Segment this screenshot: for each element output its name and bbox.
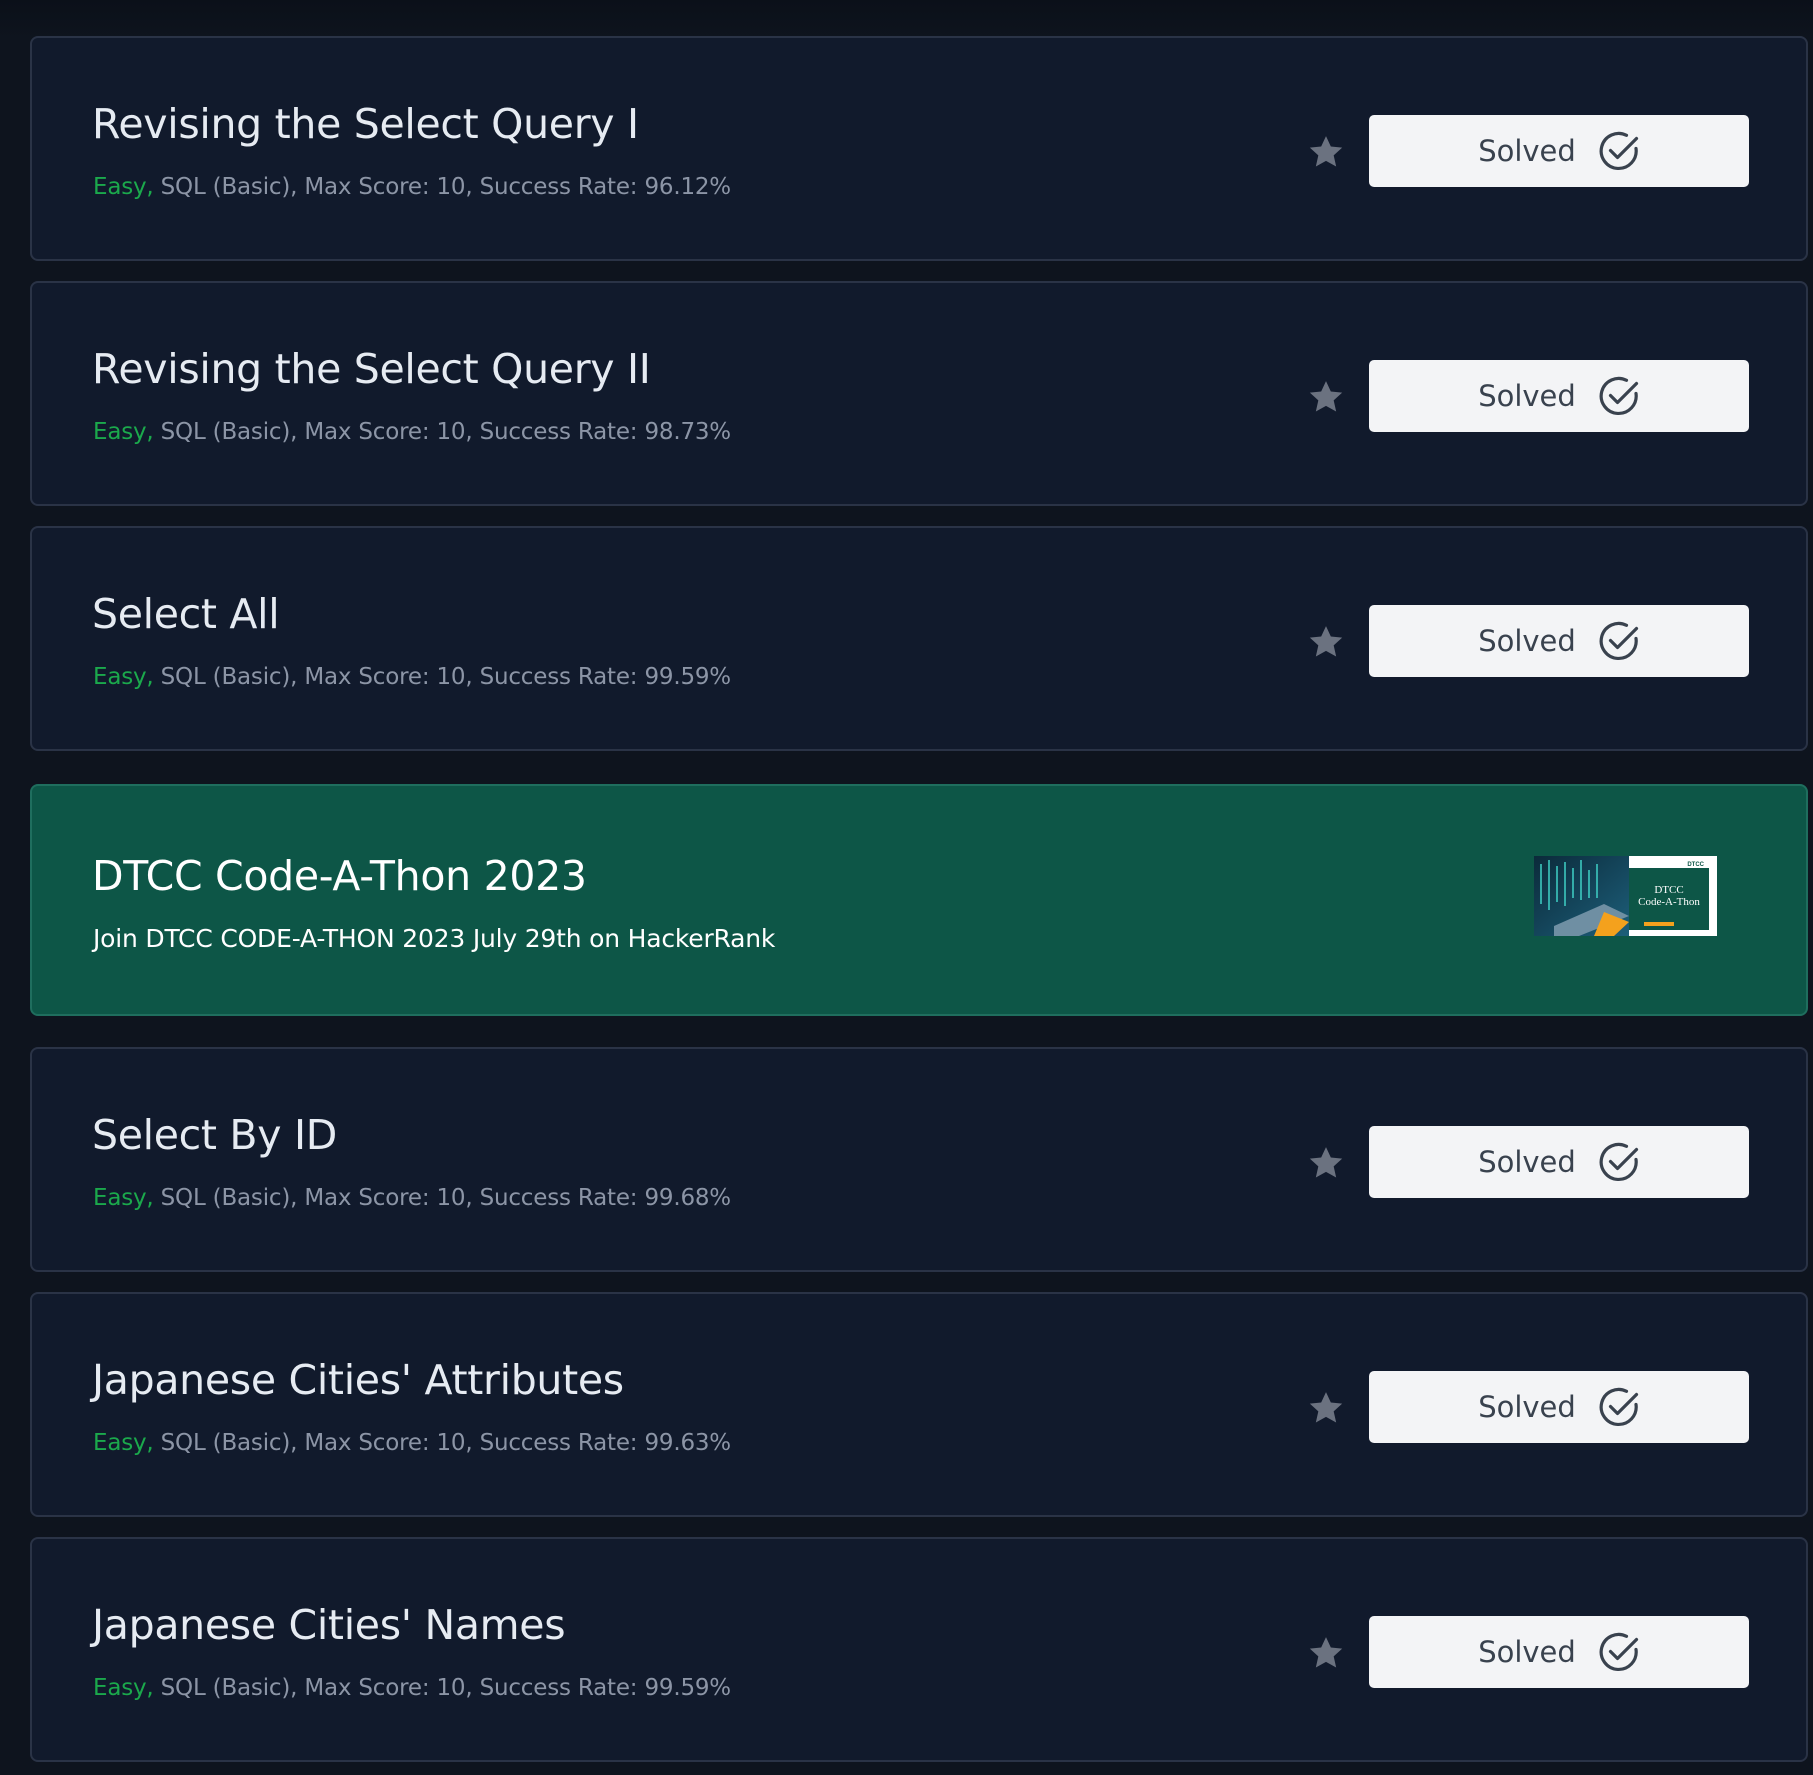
challenge-meta: Easy, SQL (Basic), Max Score: 10, Succes…	[93, 419, 731, 445]
challenge-details: SQL (Basic), Max Score: 10, Success Rate…	[153, 1675, 732, 1701]
promo-banner-image: DTCC DTCC Code-A-Thon	[1534, 856, 1717, 936]
solved-label: Solved	[1478, 134, 1576, 168]
solved-label: Solved	[1478, 379, 1576, 413]
star-icon[interactable]	[1306, 1633, 1346, 1673]
solved-label: Solved	[1478, 624, 1576, 658]
challenge-title[interactable]: Select By ID	[92, 1111, 337, 1159]
check-circle-icon	[1599, 621, 1638, 661]
star-icon[interactable]	[1306, 1143, 1346, 1183]
solved-label: Solved	[1478, 1390, 1576, 1424]
solved-label: Solved	[1478, 1145, 1576, 1179]
star-icon[interactable]	[1306, 1388, 1346, 1428]
star-icon[interactable]	[1306, 622, 1346, 662]
challenge-card[interactable]: Select All Easy, SQL (Basic), Max Score:…	[30, 526, 1808, 751]
check-circle-icon	[1599, 1142, 1638, 1182]
challenge-meta: Easy, SQL (Basic), Max Score: 10, Succes…	[93, 1675, 731, 1701]
banner-logo: DTCC	[1687, 862, 1704, 868]
challenge-title[interactable]: Japanese Cities' Attributes	[92, 1356, 624, 1404]
challenge-title[interactable]: Revising the Select Query II	[92, 345, 651, 393]
challenge-card[interactable]: Revising the Select Query I Easy, SQL (B…	[30, 36, 1808, 261]
check-circle-icon	[1599, 376, 1638, 416]
solved-button[interactable]: Solved	[1369, 605, 1749, 677]
challenge-meta: Easy, SQL (Basic), Max Score: 10, Succes…	[93, 664, 731, 690]
challenge-list: Revising the Select Query I Easy, SQL (B…	[0, 0, 1813, 1775]
challenge-details: SQL (Basic), Max Score: 10, Success Rate…	[153, 1430, 732, 1456]
difficulty-label: Easy,	[93, 1185, 154, 1211]
difficulty-label: Easy,	[93, 419, 154, 445]
challenge-meta: Easy, SQL (Basic), Max Score: 10, Succes…	[93, 1430, 731, 1456]
star-icon[interactable]	[1306, 377, 1346, 417]
difficulty-label: Easy,	[93, 1430, 154, 1456]
banner-title-2: Code-A-Thon	[1638, 896, 1700, 908]
difficulty-label: Easy,	[93, 664, 154, 690]
challenge-title[interactable]: Revising the Select Query I	[92, 100, 639, 148]
challenge-card[interactable]: Japanese Cities' Names Easy, SQL (Basic)…	[30, 1537, 1808, 1762]
promo-subtitle: Join DTCC CODE-A-THON 2023 July 29th on …	[93, 924, 776, 953]
solved-button[interactable]: Solved	[1369, 115, 1749, 187]
solved-button[interactable]: Solved	[1369, 1126, 1749, 1198]
banner-title: DTCC	[1654, 884, 1683, 896]
difficulty-label: Easy,	[93, 174, 154, 200]
check-circle-icon	[1599, 1632, 1638, 1672]
challenge-meta: Easy, SQL (Basic), Max Score: 10, Succes…	[93, 1185, 731, 1211]
check-circle-icon	[1599, 131, 1638, 171]
solved-button[interactable]: Solved	[1369, 360, 1749, 432]
challenge-details: SQL (Basic), Max Score: 10, Success Rate…	[153, 174, 732, 200]
solved-label: Solved	[1478, 1635, 1576, 1669]
challenge-title[interactable]: Select All	[92, 590, 280, 638]
challenge-title[interactable]: Japanese Cities' Names	[92, 1601, 566, 1649]
challenge-card[interactable]: Revising the Select Query II Easy, SQL (…	[30, 281, 1808, 506]
challenge-card[interactable]: Select By ID Easy, SQL (Basic), Max Scor…	[30, 1047, 1808, 1272]
challenge-details: SQL (Basic), Max Score: 10, Success Rate…	[153, 664, 732, 690]
promo-banner[interactable]: DTCC Code-A-Thon 2023 Join DTCC CODE-A-T…	[30, 784, 1808, 1016]
solved-button[interactable]: Solved	[1369, 1371, 1749, 1443]
difficulty-label: Easy,	[93, 1675, 154, 1701]
challenge-meta: Easy, SQL (Basic), Max Score: 10, Succes…	[93, 174, 731, 200]
check-circle-icon	[1599, 1387, 1638, 1427]
challenge-card[interactable]: Japanese Cities' Attributes Easy, SQL (B…	[30, 1292, 1808, 1517]
promo-title: DTCC Code-A-Thon 2023	[92, 852, 587, 900]
challenge-details: SQL (Basic), Max Score: 10, Success Rate…	[153, 419, 732, 445]
challenge-details: SQL (Basic), Max Score: 10, Success Rate…	[153, 1185, 732, 1211]
star-icon[interactable]	[1306, 132, 1346, 172]
solved-button[interactable]: Solved	[1369, 1616, 1749, 1688]
